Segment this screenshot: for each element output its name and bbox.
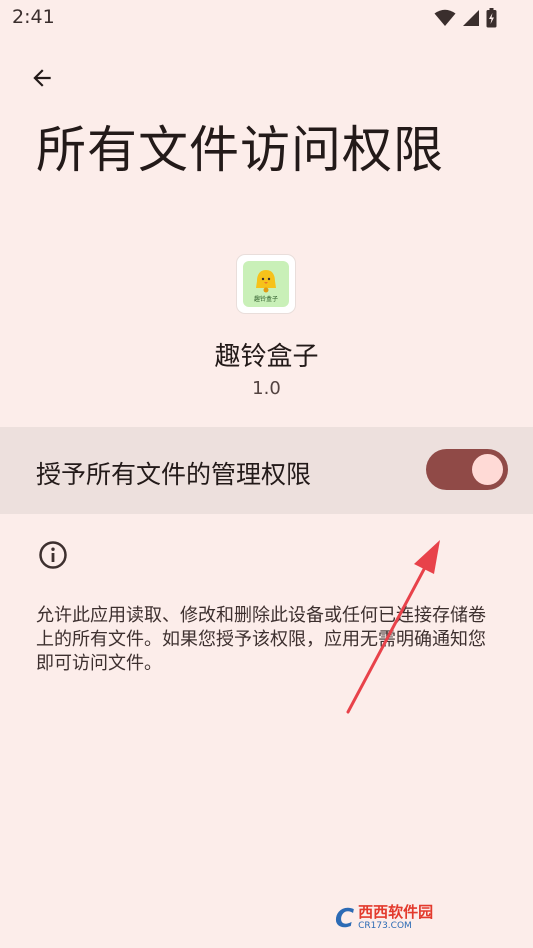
app-version: 1.0 — [252, 378, 281, 399]
status-bar: 2:41 — [0, 0, 533, 36]
back-button[interactable] — [22, 58, 62, 98]
page-title: 所有文件访问权限 — [36, 121, 444, 179]
permission-switch[interactable] — [426, 449, 508, 490]
status-icons — [434, 8, 497, 28]
permission-toggle-row[interactable]: 授予所有文件的管理权限 — [0, 427, 533, 514]
switch-thumb — [472, 454, 503, 485]
wifi-icon — [434, 9, 456, 26]
app-icon: 趣铃盒子 — [237, 255, 295, 313]
permission-toggle-label: 授予所有文件的管理权限 — [36, 460, 312, 489]
battery-charging-icon — [486, 8, 497, 28]
arrow-left-icon — [33, 69, 51, 87]
watermark-sub: CR173.COM — [358, 921, 412, 931]
app-name: 趣铃盒子 — [214, 342, 319, 372]
watermark: C 西西软件园 CR173.COM — [335, 898, 515, 940]
info-icon — [39, 541, 67, 569]
app-icon-caption: 趣铃盒子 — [254, 295, 278, 303]
app-bell-icon: 趣铃盒子 — [243, 261, 289, 307]
status-time: 2:41 — [12, 6, 55, 28]
signal-icon — [463, 10, 479, 26]
watermark-logo: C — [335, 904, 355, 934]
permission-description: 允许此应用读取、修改和删除此设备或任何已连接存储卷上的所有文件。如果您授予该权限… — [36, 605, 486, 674]
watermark-main: 西西软件园 — [358, 903, 434, 921]
